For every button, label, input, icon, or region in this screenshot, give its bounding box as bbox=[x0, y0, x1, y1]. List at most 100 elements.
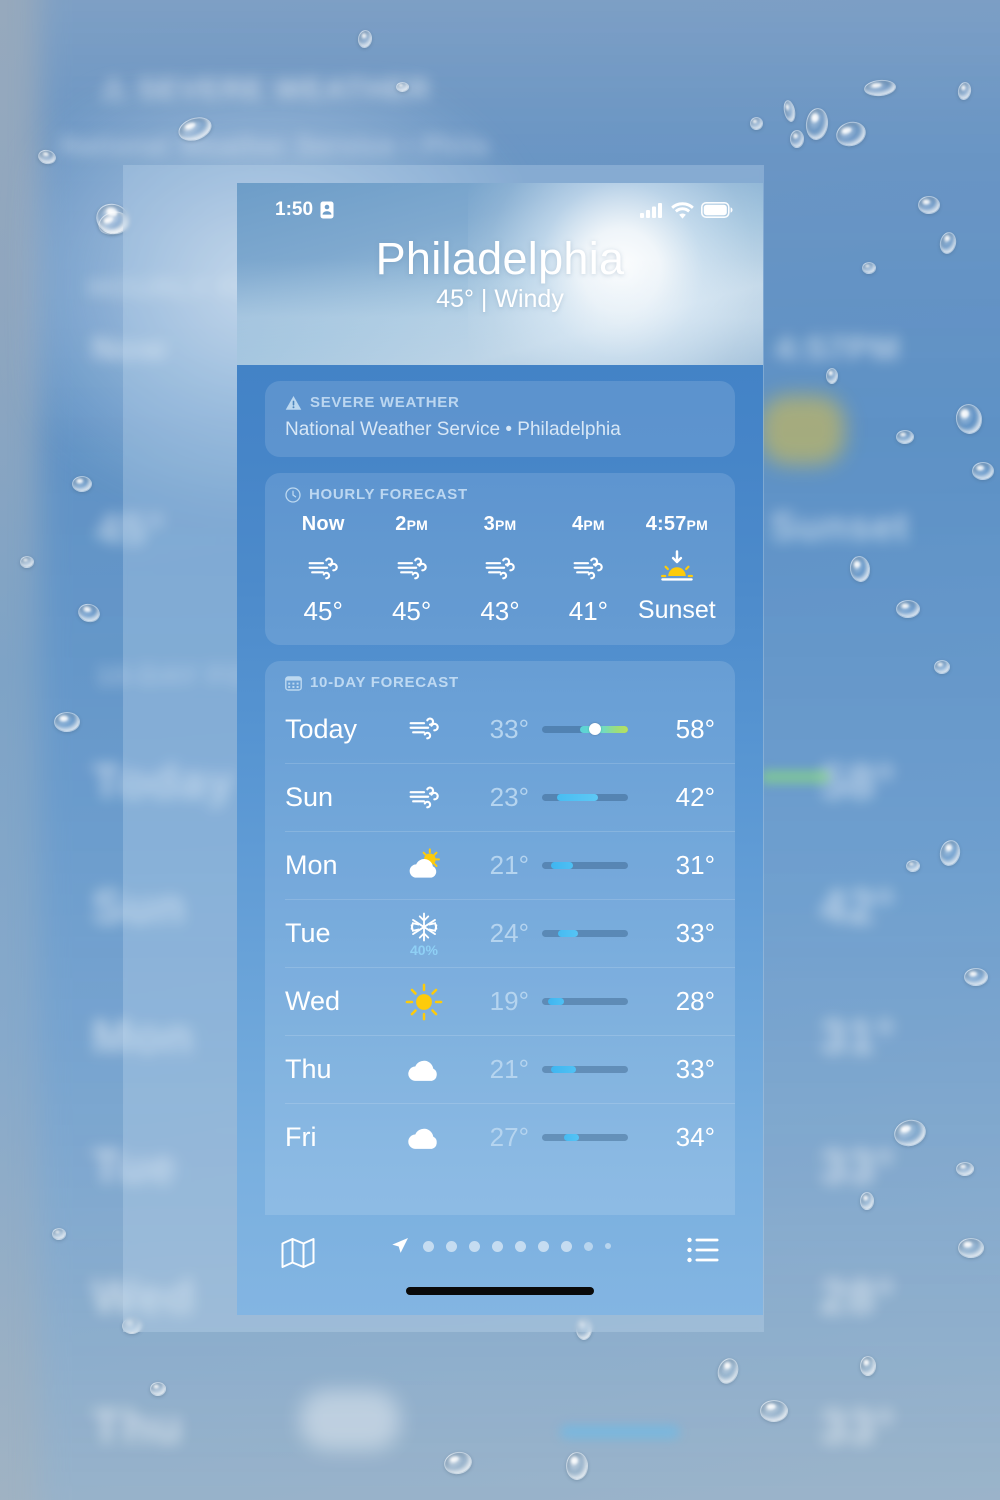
hourly-forecast-header: HOURLY FORECAST bbox=[265, 473, 735, 507]
day-low-temp: 27° bbox=[489, 1122, 529, 1152]
water-droplet bbox=[934, 660, 950, 674]
id-card-icon bbox=[320, 201, 334, 219]
severe-weather-source: National Weather Service • Philadelphia bbox=[285, 419, 621, 440]
page-dot[interactable] bbox=[538, 1240, 549, 1252]
location-arrow-icon[interactable] bbox=[391, 1237, 409, 1255]
temperature-range-bar bbox=[542, 794, 628, 801]
water-droplet bbox=[972, 462, 994, 480]
warning-triangle-icon bbox=[285, 395, 302, 410]
day-low-temp: 33° bbox=[489, 713, 529, 744]
daily-forecast-rows[interactable]: Today 33° 58° Sun 23° 42° Mon 21° 31° Tue 40% 2… bbox=[265, 695, 735, 1171]
cloud-icon bbox=[408, 1128, 437, 1149]
temperature-range-bar bbox=[542, 723, 628, 735]
hourly-forecast-item[interactable]: 4:57PM Sunset bbox=[633, 513, 721, 627]
hourly-forecast-item[interactable]: 4PM 41° bbox=[544, 513, 632, 627]
page-dot[interactable] bbox=[605, 1243, 611, 1249]
city-block: Philadelphia 45° | Windy bbox=[237, 235, 763, 314]
water-droplet bbox=[20, 556, 34, 568]
temperature-range-bar bbox=[542, 930, 628, 937]
water-droplet bbox=[918, 196, 940, 214]
water-droplet bbox=[790, 130, 804, 148]
city-name: Philadelphia bbox=[375, 233, 625, 284]
ghost-severe-sub: National Weather Service • Phila bbox=[60, 130, 490, 160]
hourly-ampm-label: PM bbox=[686, 517, 708, 533]
day-low-temp: 24° bbox=[489, 918, 529, 948]
ghost-bar-today bbox=[760, 770, 830, 784]
hourly-ampm-label: PM bbox=[406, 517, 428, 533]
page-dot[interactable] bbox=[469, 1240, 480, 1252]
daily-forecast-card[interactable]: 10-DAY FORECAST Today 33° 58° Sun 23° 42° Mo… bbox=[265, 661, 735, 1215]
status-time: 1:50 bbox=[275, 199, 314, 220]
wind-icon bbox=[308, 557, 338, 580]
page-dot[interactable] bbox=[515, 1240, 526, 1252]
temperature-range-fill bbox=[548, 998, 565, 1005]
hourly-forecast-row[interactable]: Now 45° 2PM 45° 3PM 43° 4PM 41° 4:57PM S… bbox=[265, 507, 735, 645]
temperature-range-bar bbox=[542, 1134, 628, 1141]
app-header: 1:50 Philadelphia 45° | Windy bbox=[237, 183, 763, 365]
water-droplet bbox=[860, 1356, 876, 1376]
calendar-icon bbox=[285, 675, 302, 691]
day-condition-icon-wrap bbox=[393, 709, 455, 749]
hourly-ampm-label: PM bbox=[583, 517, 605, 533]
water-droplet bbox=[52, 1228, 66, 1240]
list-icon[interactable] bbox=[687, 1237, 719, 1263]
table-row[interactable]: Wed 19° 28° bbox=[285, 967, 735, 1035]
hourly-condition-icon-wrap bbox=[367, 546, 455, 592]
home-indicator[interactable] bbox=[406, 1287, 594, 1295]
day-high-temp: 58° bbox=[675, 713, 715, 744]
temperature-range-fill bbox=[550, 1066, 576, 1073]
day-name: Today bbox=[285, 713, 358, 744]
hourly-temperature: 45° bbox=[391, 596, 432, 626]
page-dot[interactable] bbox=[584, 1241, 593, 1251]
day-high-temp: 34° bbox=[675, 1122, 715, 1152]
table-row[interactable]: Today 33° 58° bbox=[285, 695, 735, 763]
hourly-forecast-item[interactable]: 3PM 43° bbox=[456, 513, 544, 627]
severe-weather-card[interactable]: SEVERE WEATHER National Weather Service … bbox=[265, 381, 735, 457]
hourly-forecast-card[interactable]: HOURLY FORECAST Now 45° 2PM 45° 3PM 43° 4PM… bbox=[265, 473, 735, 645]
water-droplet bbox=[566, 1452, 588, 1480]
temperature-range-bar bbox=[542, 998, 628, 1005]
table-row[interactable]: Tue 40% 24° 33° bbox=[285, 899, 735, 967]
page-dot[interactable] bbox=[561, 1240, 572, 1252]
ghost-temp-last: Sunset bbox=[770, 505, 910, 549]
current-condition-line: 45° | Windy bbox=[436, 285, 564, 314]
page-dot[interactable] bbox=[423, 1240, 434, 1252]
water-droplet bbox=[760, 1400, 788, 1422]
status-bar-right bbox=[640, 201, 733, 219]
weather-app-screen: 1:50 Philadelphia 45° | Windy SEVERE WEA… bbox=[237, 183, 763, 1315]
status-bar-left: 1:50 bbox=[275, 199, 334, 221]
daily-forecast-header: 10-DAY FORECAST bbox=[265, 661, 735, 695]
day-high-temp: 42° bbox=[675, 782, 715, 812]
water-droplet bbox=[956, 1162, 974, 1176]
hourly-temperature: 43° bbox=[480, 596, 520, 626]
day-condition-icon-wrap bbox=[393, 778, 455, 818]
wind-icon bbox=[397, 557, 427, 580]
precipitation-probability: 40% bbox=[409, 941, 439, 958]
ghost-hi-sun: 42° bbox=[820, 881, 896, 934]
water-droplet bbox=[150, 1382, 166, 1396]
water-droplet bbox=[750, 117, 763, 130]
water-droplet bbox=[396, 82, 409, 92]
hourly-temperature: 41° bbox=[568, 596, 609, 626]
water-droplet bbox=[896, 600, 920, 618]
map-icon[interactable] bbox=[281, 1237, 315, 1269]
temperature-range-fill bbox=[558, 930, 579, 937]
page-indicator[interactable] bbox=[391, 1237, 611, 1255]
page-dot[interactable] bbox=[492, 1240, 503, 1252]
temperature-range-fill bbox=[579, 725, 628, 733]
table-row[interactable]: Mon 21° 31° bbox=[285, 831, 735, 899]
ghost-sunset-icon bbox=[760, 395, 845, 465]
table-row[interactable]: Sun 23° 42° bbox=[285, 763, 735, 831]
day-condition-icon-wrap bbox=[393, 982, 455, 1022]
hourly-time-label: 4PM bbox=[572, 513, 605, 535]
page-dot[interactable] bbox=[446, 1240, 457, 1252]
water-droplet bbox=[964, 968, 988, 986]
hourly-forecast-item[interactable]: Now 45° bbox=[279, 513, 367, 627]
hourly-forecast-item[interactable]: 2PM 45° bbox=[367, 513, 455, 627]
table-row[interactable]: Thu 21° 33° bbox=[285, 1035, 735, 1103]
wifi-icon bbox=[671, 201, 694, 219]
bottom-toolbar[interactable] bbox=[237, 1215, 763, 1315]
table-row[interactable]: Fri 27° 34° bbox=[285, 1103, 735, 1171]
sun-icon bbox=[405, 983, 443, 1020]
day-name: Thu bbox=[285, 1054, 332, 1084]
